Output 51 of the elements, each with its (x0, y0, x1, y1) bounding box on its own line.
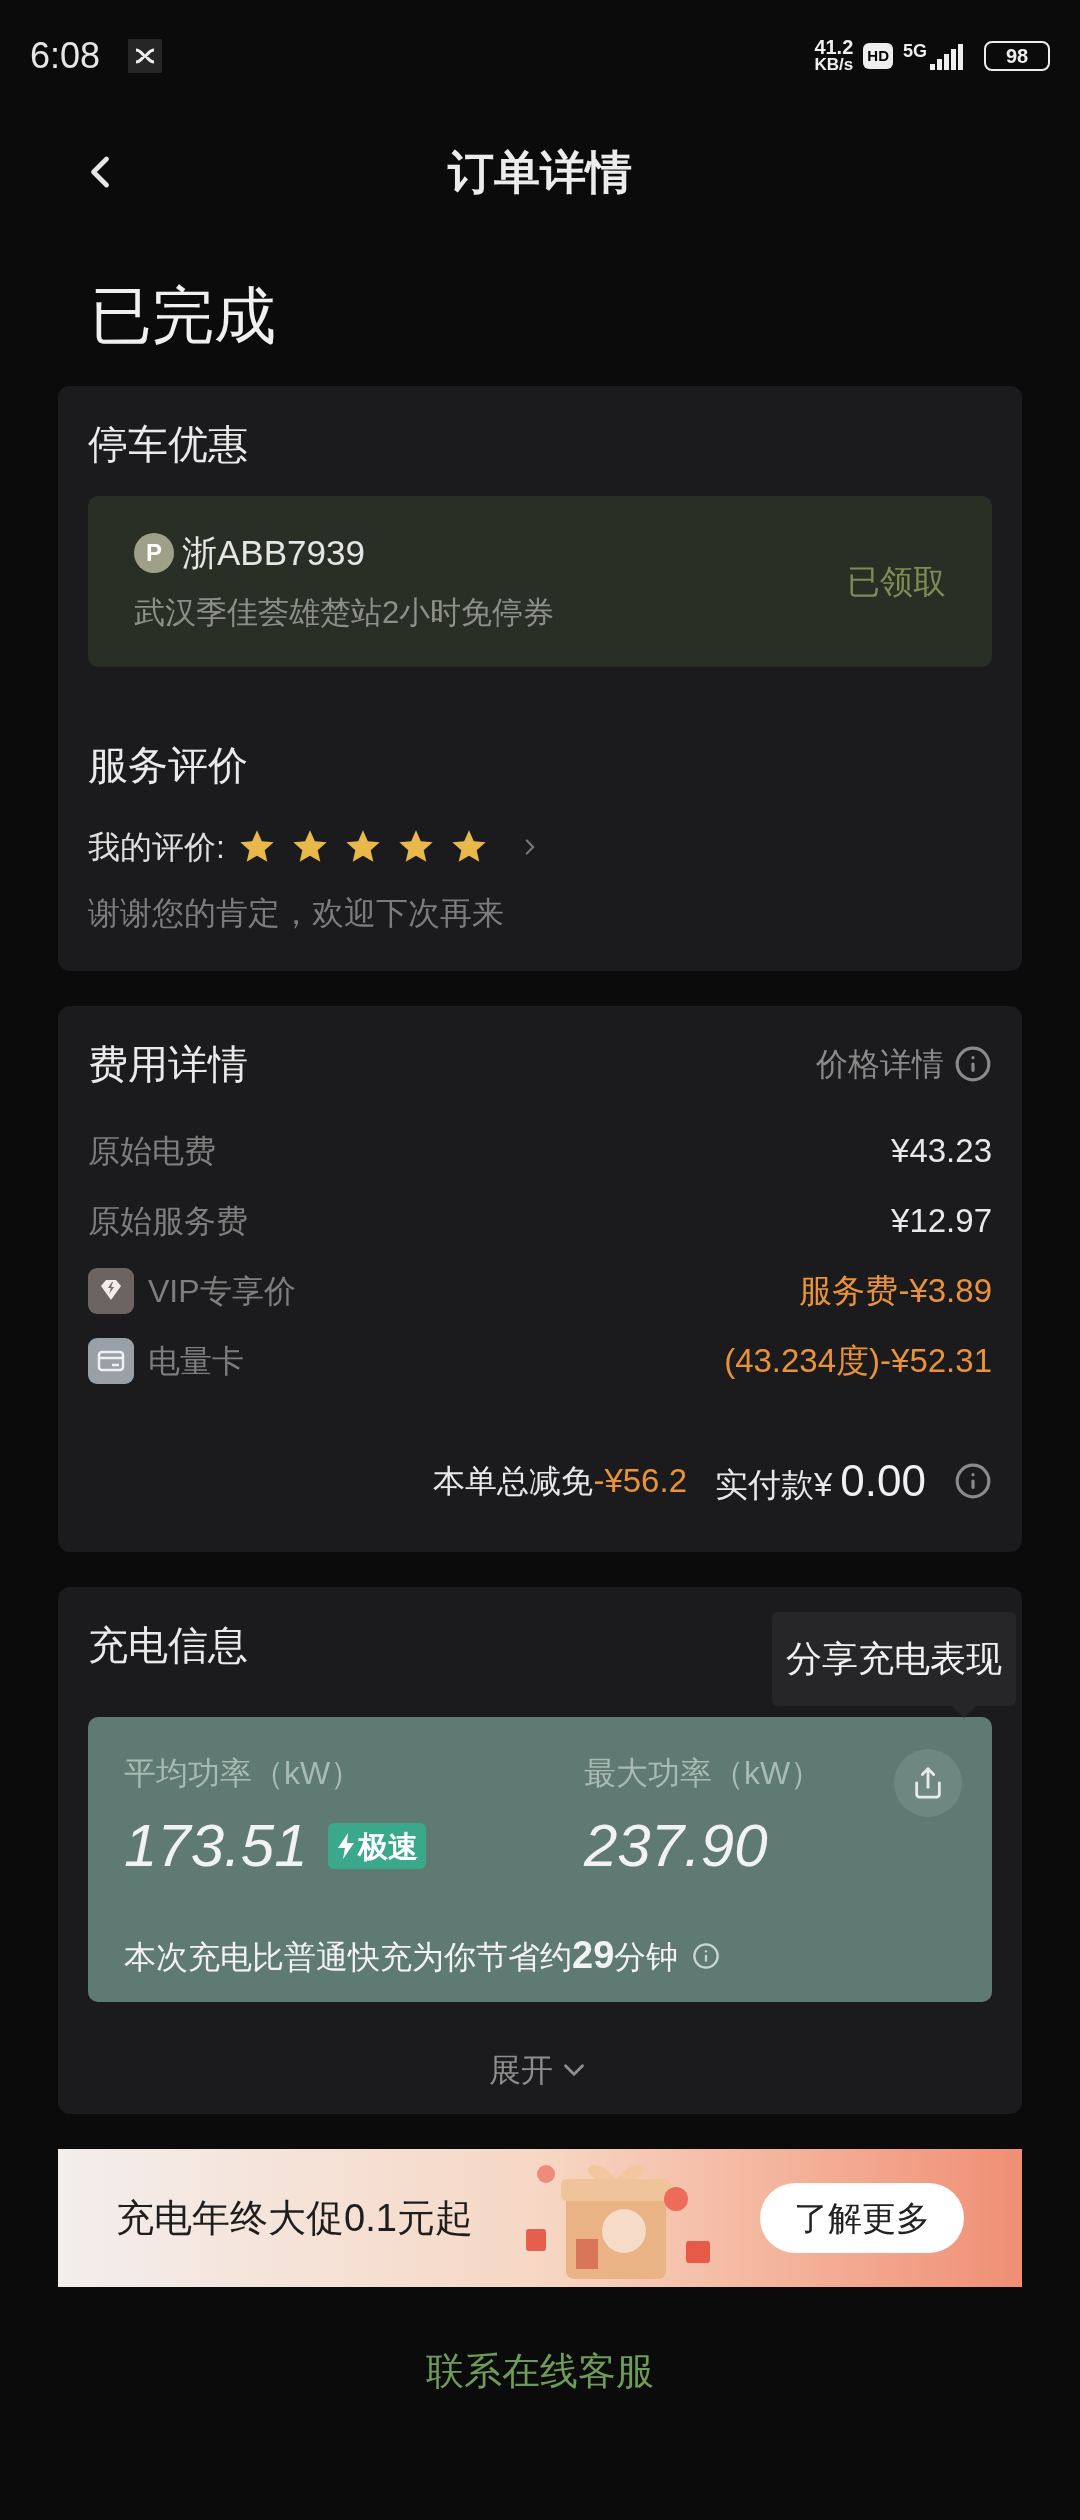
fee-value: 服务费-¥3.89 (799, 1271, 992, 1312)
card-icon (88, 1338, 134, 1384)
paid-label: 实付款¥ (715, 1465, 833, 1505)
fee-value: (43.234度)-¥52.31 (724, 1341, 992, 1382)
plate-number: 浙ABB7939 (182, 532, 365, 574)
stat-value: 173.51 (124, 1811, 308, 1881)
hd-badge: HD (863, 42, 893, 70)
discount-value: -¥56.2 (593, 1461, 687, 1502)
section-title: 费用详情 (88, 1041, 248, 1088)
section-title: 充电信息 (88, 1622, 248, 1669)
price-details-link[interactable]: 价格详情 (816, 1040, 944, 1088)
time-saved-text: 本次充电比普通快充为你节省约29分钟 (124, 1933, 679, 1978)
info-icon[interactable] (692, 1941, 721, 1970)
promo-banner[interactable]: 充电年终大促0.1元起 了解更多 (58, 2149, 1022, 2287)
signal-icon (930, 42, 964, 70)
stat-label: 最大功率（kW） (584, 1754, 823, 1793)
speed-unit: KB/s (814, 56, 854, 74)
section-title: 停车优惠 (88, 421, 249, 468)
paid-amount: 0.00 (840, 1455, 926, 1507)
coupon-description: 武汉季佳荟雄楚站2小时免停券 (134, 593, 555, 632)
parking-badge: P (134, 533, 174, 574)
app-notification-icon (128, 39, 163, 73)
expand-button[interactable]: 展开 (489, 2046, 591, 2094)
page-title: 订单详情 (448, 144, 632, 200)
network-type: 5G (903, 42, 927, 60)
stat-value: 237.90 (584, 1811, 769, 1881)
contact-support-link[interactable]: 联系在线客服 (426, 2343, 654, 2400)
learn-more-button[interactable]: 了解更多 (760, 2183, 964, 2253)
lightning-icon (335, 1833, 356, 1859)
rating-label: 我的评价: (88, 828, 225, 867)
stat-label: 平均功率（kW） (124, 1754, 364, 1793)
order-status: 已完成 (89, 280, 277, 352)
fee-label: 电量卡 (148, 1342, 244, 1381)
fee-label: 原始服务费 (88, 1202, 248, 1241)
coupon-status: 已领取 (847, 561, 946, 602)
speed-badge: 极速 (327, 1823, 426, 1869)
section-title: 服务评价 (88, 742, 249, 789)
fee-value: ¥43.23 (891, 1131, 992, 1172)
clock: 6:08 (30, 34, 101, 78)
battery-indicator: 98 (984, 41, 1050, 71)
tooltip-pointer (952, 1706, 976, 1718)
fee-label: VIP专享价 (148, 1272, 296, 1311)
info-icon[interactable] (954, 1045, 992, 1083)
fee-value: ¥12.97 (891, 1201, 992, 1242)
tooltip: 分享充电表现 (772, 1612, 1016, 1706)
banner-text: 充电年终大促0.1元起 (116, 2195, 473, 2241)
discount-label: 本单总减免 (433, 1462, 594, 1502)
rating-message: 谢谢您的肯定，欢迎下次再来 (88, 894, 505, 933)
network-speed: 41.2 (814, 38, 854, 56)
info-icon[interactable] (954, 1462, 992, 1500)
fee-label: 原始电费 (88, 1132, 216, 1171)
